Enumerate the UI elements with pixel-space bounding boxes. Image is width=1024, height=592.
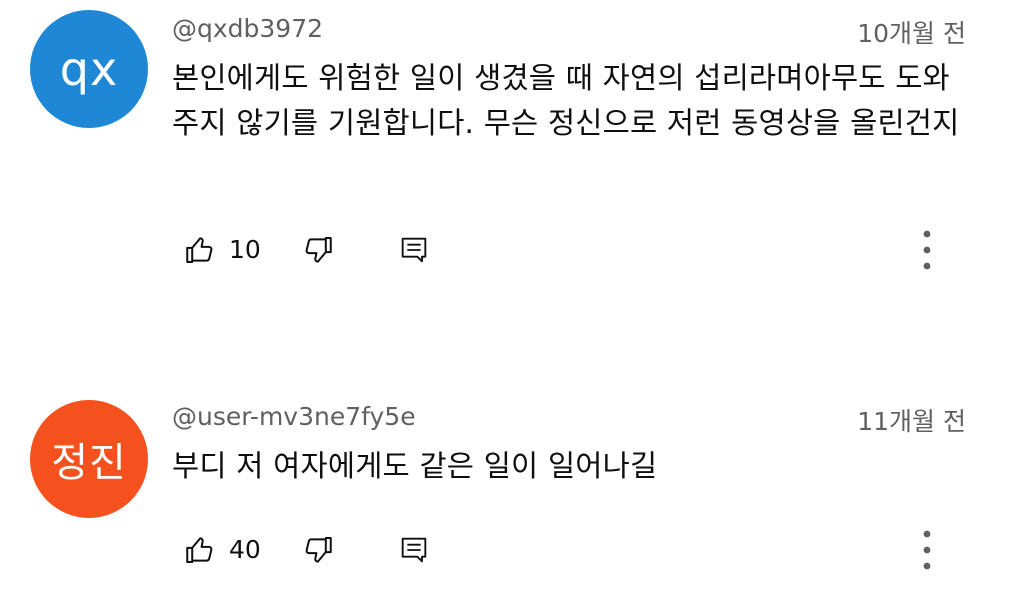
dislike-button[interactable] — [300, 530, 336, 570]
thumbs-up-icon — [186, 537, 213, 564]
comment-2: 정진 @user-mv3ne7fy5e 11개월 전 부디 저 여자에게도 같은… — [0, 0, 1024, 592]
comment-author-handle[interactable]: @user-mv3ne7fy5e — [172, 402, 416, 431]
like-count: 40 — [229, 535, 261, 564]
more-options-button[interactable] — [912, 530, 942, 570]
thumbs-down-icon — [305, 536, 332, 563]
more-vert-icon — [923, 530, 931, 570]
comment-text: 부디 저 여자에게도 같은 일이 일어나길 — [172, 449, 658, 483]
comment-timestamp[interactable]: 11개월 전 — [857, 402, 966, 438]
reply-button[interactable] — [396, 530, 432, 570]
like-button[interactable] — [182, 530, 218, 570]
avatar[interactable]: 정진 — [30, 400, 148, 518]
avatar-initials: 정진 — [51, 440, 127, 486]
reply-comment-icon — [401, 537, 427, 563]
comment-actions: 40 — [0, 530, 1024, 570]
